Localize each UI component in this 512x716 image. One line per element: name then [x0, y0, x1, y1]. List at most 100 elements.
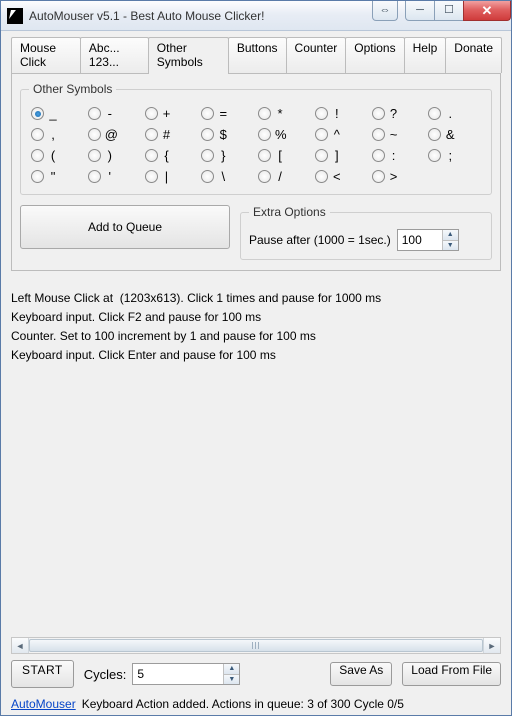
symbol-option[interactable]: %: [258, 127, 311, 142]
tab-mouse-click[interactable]: Mouse Click: [11, 37, 81, 73]
symbol-radio[interactable]: [145, 107, 158, 120]
symbol-option[interactable]: |: [145, 169, 198, 184]
queue-item[interactable]: Counter. Set to 100 increment by 1 and p…: [11, 327, 501, 346]
status-link[interactable]: AutoMouser: [11, 697, 76, 711]
symbol-option[interactable]: >: [372, 169, 425, 184]
symbol-radio[interactable]: [315, 170, 328, 183]
symbol-option[interactable]: }: [201, 148, 254, 163]
symbol-label: }: [218, 148, 228, 163]
maximize-button[interactable]: ☐: [434, 1, 464, 21]
symbol-option[interactable]: ^: [315, 127, 368, 142]
minimize-button[interactable]: ─: [405, 1, 435, 21]
cycles-input[interactable]: [133, 664, 223, 684]
horizontal-scrollbar[interactable]: ◄ ►: [11, 637, 501, 654]
symbol-radio[interactable]: [31, 170, 44, 183]
symbol-radio[interactable]: [428, 128, 441, 141]
close-button[interactable]: ✕: [463, 1, 511, 21]
symbol-label: :: [389, 148, 399, 163]
symbol-option[interactable]: ': [88, 169, 141, 184]
symbol-option[interactable]: :: [372, 148, 425, 163]
symbol-label: (: [48, 148, 58, 163]
symbol-option[interactable]: !: [315, 106, 368, 121]
symbol-radio[interactable]: [428, 149, 441, 162]
symbol-radio[interactable]: [31, 149, 44, 162]
tab-other-symbols[interactable]: Other Symbols: [148, 37, 229, 74]
symbol-radio[interactable]: [88, 170, 101, 183]
symbol-option[interactable]: =: [201, 106, 254, 121]
symbol-option[interactable]: [: [258, 148, 311, 163]
symbol-radio[interactable]: [372, 170, 385, 183]
symbol-radio[interactable]: [145, 128, 158, 141]
cycles-spin-down[interactable]: ▼: [224, 674, 239, 685]
symbol-option[interactable]: *: [258, 106, 311, 121]
tab-counter[interactable]: Counter: [286, 37, 347, 73]
queue-item[interactable]: Keyboard input. Click Enter and pause fo…: [11, 346, 501, 365]
scroll-right-button[interactable]: ►: [483, 638, 500, 653]
save-as-button[interactable]: Save As: [330, 662, 392, 686]
pause-input[interactable]: [398, 230, 442, 250]
load-from-file-button[interactable]: Load From File: [402, 662, 501, 686]
tab-options[interactable]: Options: [345, 37, 404, 73]
symbol-option[interactable]: /: [258, 169, 311, 184]
symbol-option[interactable]: ;: [428, 148, 481, 163]
symbol-radio[interactable]: [201, 149, 214, 162]
symbol-label: ~: [389, 127, 399, 142]
scroll-track[interactable]: [29, 638, 483, 653]
symbol-radio[interactable]: [258, 149, 271, 162]
queue-item[interactable]: Keyboard input. Click F2 and pause for 1…: [11, 308, 501, 327]
pause-spin-down[interactable]: ▼: [443, 240, 458, 251]
tab-donate[interactable]: Donate: [445, 37, 502, 73]
start-button[interactable]: START: [11, 660, 74, 688]
symbol-radio[interactable]: [372, 149, 385, 162]
symbol-option[interactable]: .: [428, 106, 481, 121]
symbol-option[interactable]: _: [31, 106, 84, 121]
tab-abc-123-[interactable]: Abc... 123...: [80, 37, 149, 73]
cycles-spin-up[interactable]: ▲: [224, 664, 239, 674]
symbol-option[interactable]: \: [201, 169, 254, 184]
scroll-left-button[interactable]: ◄: [12, 638, 29, 653]
symbol-option[interactable]: ): [88, 148, 141, 163]
scroll-thumb[interactable]: [29, 639, 483, 652]
symbol-radio[interactable]: [201, 128, 214, 141]
add-to-queue-button[interactable]: Add to Queue: [20, 205, 230, 249]
symbol-option[interactable]: ]: [315, 148, 368, 163]
symbol-radio[interactable]: [428, 107, 441, 120]
symbol-option[interactable]: &: [428, 127, 481, 142]
symbol-option[interactable]: $: [201, 127, 254, 142]
symbol-radio[interactable]: [145, 170, 158, 183]
symbol-option[interactable]: -: [88, 106, 141, 121]
symbol-radio[interactable]: [315, 107, 328, 120]
symbol-radio[interactable]: [88, 107, 101, 120]
symbol-option[interactable]: (: [31, 148, 84, 163]
symbol-label: &: [445, 127, 455, 142]
pause-spin-up[interactable]: ▲: [443, 230, 458, 240]
tab-buttons[interactable]: Buttons: [228, 37, 287, 73]
symbol-radio[interactable]: [315, 149, 328, 162]
symbol-option[interactable]: {: [145, 148, 198, 163]
symbol-radio[interactable]: [31, 128, 44, 141]
symbol-radio[interactable]: [258, 107, 271, 120]
symbol-radio[interactable]: [372, 128, 385, 141]
symbol-radio[interactable]: [372, 107, 385, 120]
symbol-option[interactable]: ?: [372, 106, 425, 121]
symbol-radio[interactable]: [258, 170, 271, 183]
symbol-option[interactable]: ": [31, 169, 84, 184]
symbol-option[interactable]: #: [145, 127, 198, 142]
symbol-radio[interactable]: [88, 149, 101, 162]
symbol-option[interactable]: ,: [31, 127, 84, 142]
symbol-radio[interactable]: [145, 149, 158, 162]
symbol-radio[interactable]: [88, 128, 101, 141]
symbol-radio[interactable]: [201, 107, 214, 120]
symbol-option[interactable]: <: [315, 169, 368, 184]
symbol-radio[interactable]: [31, 107, 44, 120]
symbol-option[interactable]: ~: [372, 127, 425, 142]
tab-help[interactable]: Help: [404, 37, 447, 73]
symbol-radio[interactable]: [258, 128, 271, 141]
symbol-option[interactable]: +: [145, 106, 198, 121]
maximize-icon: ☐: [444, 5, 454, 16]
queue-item[interactable]: Left Mouse Click at (1203x613). Click 1 …: [11, 289, 501, 308]
symbol-radio[interactable]: [315, 128, 328, 141]
symbol-radio[interactable]: [201, 170, 214, 183]
window-help-button[interactable]: ⇔: [372, 1, 398, 21]
symbol-option[interactable]: @: [88, 127, 141, 142]
